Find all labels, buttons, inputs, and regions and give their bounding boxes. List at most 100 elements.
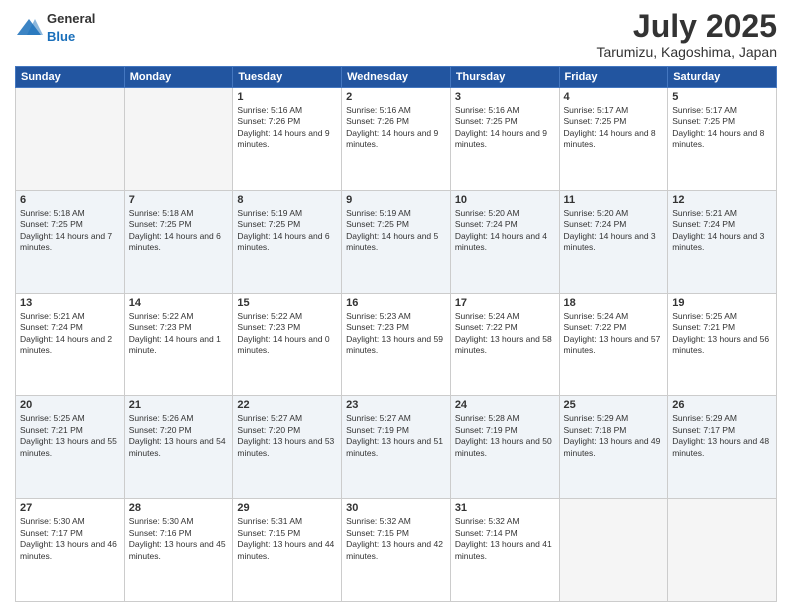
calendar-week-2: 6Sunrise: 5:18 AM Sunset: 7:25 PM Daylig… (16, 190, 777, 293)
calendar-table: SundayMondayTuesdayWednesdayThursdayFrid… (15, 66, 777, 602)
day-number: 13 (20, 297, 120, 309)
calendar-cell: 26Sunrise: 5:29 AM Sunset: 7:17 PM Dayli… (668, 396, 777, 499)
day-number: 21 (129, 399, 229, 411)
day-number: 30 (346, 502, 446, 514)
day-number: 9 (346, 194, 446, 206)
day-number: 5 (672, 91, 772, 103)
day-info: Sunrise: 5:25 AM Sunset: 7:21 PM Dayligh… (20, 413, 120, 459)
day-number: 22 (237, 399, 337, 411)
day-number: 24 (455, 399, 555, 411)
day-info: Sunrise: 5:16 AM Sunset: 7:26 PM Dayligh… (346, 105, 446, 151)
day-number: 1 (237, 91, 337, 103)
day-number: 14 (129, 297, 229, 309)
day-number: 15 (237, 297, 337, 309)
weekday-header-wednesday: Wednesday (342, 67, 451, 88)
day-info: Sunrise: 5:25 AM Sunset: 7:21 PM Dayligh… (672, 311, 772, 357)
calendar-cell: 21 Sunrise: 5:26 AM Sunset: 7:20 PM Dayli… (124, 396, 233, 499)
weekday-header-tuesday: Tuesday (233, 67, 342, 88)
calendar-week-3: 13 Sunrise: 5:21 AM Sunset: 7:24 PM Dayli… (16, 293, 777, 396)
calendar-cell: 31 Sunrise: 5:32 AM Sunset: 7:14 PM Dayli… (450, 499, 559, 602)
day-number: 27 (20, 502, 120, 514)
day-info: Sunrise: 5:19 AM Sunset: 7:25 PM Dayligh… (237, 208, 337, 254)
day-info: Sunrise: 5:17 AM Sunset: 7:25 PM Dayligh… (672, 105, 772, 151)
day-number: 2 (346, 91, 446, 103)
day-info: Sunrise: 5:24 AM Sunset: 7:22 PM Dayligh… (564, 311, 664, 357)
day-info: Sunrise: 5:17 AM Sunset: 7:25 PM Dayligh… (564, 105, 664, 151)
weekday-header-thursday: Thursday (450, 67, 559, 88)
day-number: 10 (455, 194, 555, 206)
calendar-week-4: 20 Sunrise: 5:25 AM Sunset: 7:21 PM Dayli… (16, 396, 777, 499)
weekday-header-monday: Monday (124, 67, 233, 88)
weekday-header-saturday: Saturday (668, 67, 777, 88)
calendar-cell: 5 Sunrise: 5:17 AM Sunset: 7:25 PM Daylig… (668, 88, 777, 191)
day-info: Sunrise: 5:26 AM Sunset: 7:20 PM Dayligh… (129, 413, 229, 459)
calendar-cell: 10 Sunrise: 5:20 AM Sunset: 7:24 PM Dayli… (450, 190, 559, 293)
day-info: Sunrise: 5:18 AM Sunset: 7:25 PM Dayligh… (129, 208, 229, 254)
calendar-cell: 25Sunrise: 5:29 AM Sunset: 7:18 PM Dayli… (559, 396, 668, 499)
day-info: Sunrise: 5:27 AM Sunset: 7:20 PM Dayligh… (237, 413, 337, 459)
title-block: July 2025 Tarumizu, Kagoshima, Japan (596, 10, 777, 60)
day-number: 29 (237, 502, 337, 514)
logo-general: General (47, 11, 95, 26)
month-year: July 2025 (596, 10, 777, 42)
calendar-cell: 29 Sunrise: 5:31 AM Sunset: 7:15 PM Dayli… (233, 499, 342, 602)
day-info: Sunrise: 5:31 AM Sunset: 7:15 PM Dayligh… (237, 516, 337, 562)
calendar-week-5: 27Sunrise: 5:30 AM Sunset: 7:17 PM Dayli… (16, 499, 777, 602)
day-number: 16 (346, 297, 446, 309)
day-info: Sunrise: 5:32 AM Sunset: 7:14 PM Dayligh… (455, 516, 555, 562)
logo-blue: Blue (47, 29, 75, 44)
calendar-cell: 19 Sunrise: 5:25 AM Sunset: 7:21 PM Dayli… (668, 293, 777, 396)
day-info: Sunrise: 5:23 AM Sunset: 7:23 PM Dayligh… (346, 311, 446, 357)
weekday-header-sunday: Sunday (16, 67, 125, 88)
day-number: 20 (20, 399, 120, 411)
day-info: Sunrise: 5:16 AM Sunset: 7:25 PM Dayligh… (455, 105, 555, 151)
calendar-cell: 16 Sunrise: 5:23 AM Sunset: 7:23 PM Dayli… (342, 293, 451, 396)
calendar-cell (559, 499, 668, 602)
day-number: 18 (564, 297, 664, 309)
calendar-cell: 20 Sunrise: 5:25 AM Sunset: 7:21 PM Dayli… (16, 396, 125, 499)
calendar-cell: 17Sunrise: 5:24 AM Sunset: 7:22 PM Dayli… (450, 293, 559, 396)
logo-icon (15, 17, 43, 39)
day-info: Sunrise: 5:16 AM Sunset: 7:26 PM Dayligh… (237, 105, 337, 151)
calendar-cell: 28 Sunrise: 5:30 AM Sunset: 7:16 PM Dayli… (124, 499, 233, 602)
calendar-cell: 14Sunrise: 5:22 AM Sunset: 7:23 PM Dayli… (124, 293, 233, 396)
weekday-header-row: SundayMondayTuesdayWednesdayThursdayFrid… (16, 67, 777, 88)
day-number: 19 (672, 297, 772, 309)
calendar-week-1: 1 Sunrise: 5:16 AM Sunset: 7:26 PM Daylig… (16, 88, 777, 191)
calendar-cell: 22 Sunrise: 5:27 AM Sunset: 7:20 PM Dayli… (233, 396, 342, 499)
calendar-cell: 24Sunrise: 5:28 AM Sunset: 7:19 PM Dayli… (450, 396, 559, 499)
calendar-cell (668, 499, 777, 602)
calendar-cell: 23Sunrise: 5:27 AM Sunset: 7:19 PM Dayli… (342, 396, 451, 499)
calendar-cell: 27Sunrise: 5:30 AM Sunset: 7:17 PM Dayli… (16, 499, 125, 602)
calendar-cell: 6Sunrise: 5:18 AM Sunset: 7:25 PM Daylig… (16, 190, 125, 293)
weekday-header-friday: Friday (559, 67, 668, 88)
day-info: Sunrise: 5:24 AM Sunset: 7:22 PM Dayligh… (455, 311, 555, 357)
location: Tarumizu, Kagoshima, Japan (596, 44, 777, 60)
day-info: Sunrise: 5:19 AM Sunset: 7:25 PM Dayligh… (346, 208, 446, 254)
calendar-cell (16, 88, 125, 191)
calendar-cell: 7Sunrise: 5:18 AM Sunset: 7:25 PM Daylig… (124, 190, 233, 293)
day-info: Sunrise: 5:20 AM Sunset: 7:24 PM Dayligh… (455, 208, 555, 254)
calendar-cell: 2 Sunrise: 5:16 AM Sunset: 7:26 PM Daylig… (342, 88, 451, 191)
day-number: 11 (564, 194, 664, 206)
calendar-cell: 3Sunrise: 5:16 AM Sunset: 7:25 PM Daylig… (450, 88, 559, 191)
day-info: Sunrise: 5:18 AM Sunset: 7:25 PM Dayligh… (20, 208, 120, 254)
day-info: Sunrise: 5:21 AM Sunset: 7:24 PM Dayligh… (20, 311, 120, 357)
calendar-cell: 9 Sunrise: 5:19 AM Sunset: 7:25 PM Daylig… (342, 190, 451, 293)
calendar-page: General Blue July 2025 Tarumizu, Kagoshi… (0, 0, 792, 612)
day-info: Sunrise: 5:21 AM Sunset: 7:24 PM Dayligh… (672, 208, 772, 254)
header: General Blue July 2025 Tarumizu, Kagoshi… (15, 10, 777, 60)
calendar-cell: 13 Sunrise: 5:21 AM Sunset: 7:24 PM Dayli… (16, 293, 125, 396)
day-number: 25 (564, 399, 664, 411)
day-info: Sunrise: 5:27 AM Sunset: 7:19 PM Dayligh… (346, 413, 446, 459)
calendar-cell (124, 88, 233, 191)
day-info: Sunrise: 5:30 AM Sunset: 7:16 PM Dayligh… (129, 516, 229, 562)
day-number: 28 (129, 502, 229, 514)
day-number: 31 (455, 502, 555, 514)
calendar-cell: 11Sunrise: 5:20 AM Sunset: 7:24 PM Dayli… (559, 190, 668, 293)
day-number: 12 (672, 194, 772, 206)
day-info: Sunrise: 5:29 AM Sunset: 7:17 PM Dayligh… (672, 413, 772, 459)
calendar-cell: 1 Sunrise: 5:16 AM Sunset: 7:26 PM Daylig… (233, 88, 342, 191)
calendar-cell: 8Sunrise: 5:19 AM Sunset: 7:25 PM Daylig… (233, 190, 342, 293)
calendar-cell: 12 Sunrise: 5:21 AM Sunset: 7:24 PM Dayli… (668, 190, 777, 293)
